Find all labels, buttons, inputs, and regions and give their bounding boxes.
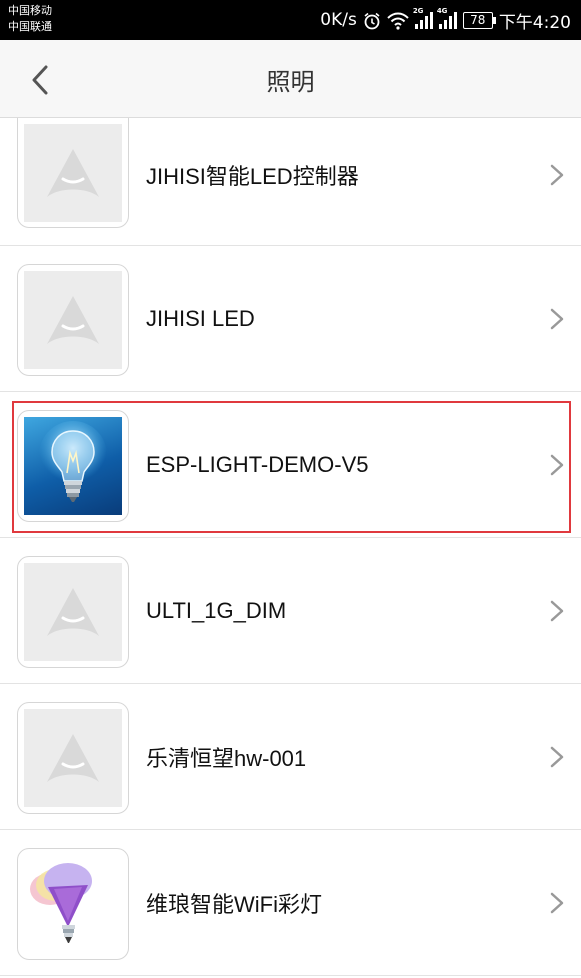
battery-icon: 78 — [462, 11, 496, 29]
page-title: 照明 — [266, 67, 315, 96]
device-thumbnail — [17, 410, 129, 522]
carrier-1-label: 中国移动 — [8, 4, 52, 17]
rgb-bulb-icon — [24, 855, 122, 953]
device-list-item[interactable]: 维琅智能WiFi彩灯 — [0, 830, 581, 976]
device-list-item[interactable]: JIHISI LED — [0, 246, 581, 392]
clock-label: 下午4:20 — [498, 12, 571, 33]
device-list-item[interactable]: JIHISI智能LED控制器 — [0, 118, 581, 246]
device-thumbnail — [17, 264, 129, 376]
status-indicators: 0K/s 2G 4G 78 下午4:20 — [320, 0, 571, 40]
device-name: 乐清恒望hw-001 — [146, 746, 307, 771]
alarm-icon — [363, 10, 381, 30]
chevron-right-icon — [550, 164, 564, 186]
chevron-left-icon — [32, 65, 48, 95]
status-bar: 中国移动 中国联通 0K/s 2G 4G 78 下午4:20 — [0, 0, 581, 40]
device-name: ULTI_1G_DIM — [146, 598, 287, 623]
device-name: JIHISI LED — [146, 306, 255, 331]
chevron-right-icon — [550, 746, 564, 768]
chevron-right-icon — [550, 454, 564, 476]
chevron-right-icon — [550, 308, 564, 330]
light-bulb-icon — [24, 417, 122, 515]
net-speed-label: 0K/s — [320, 10, 357, 30]
wifi-icon — [387, 10, 409, 30]
carrier-2-label: 中国联通 — [8, 20, 52, 33]
carrier-info: 中国移动 中国联通 — [8, 3, 52, 35]
device-name: 维琅智能WiFi彩灯 — [146, 892, 322, 917]
placeholder-icon — [24, 271, 122, 369]
device-thumbnail — [17, 702, 129, 814]
placeholder-icon — [24, 123, 122, 222]
chevron-right-icon — [550, 600, 564, 622]
device-thumbnail — [17, 118, 129, 228]
chevron-right-icon — [550, 892, 564, 914]
nav-header: 照明 — [0, 40, 581, 118]
device-thumbnail — [17, 556, 129, 668]
device-list: JIHISI智能LED控制器 JIHISI LED ESP-LIGHT-DEMO… — [0, 118, 581, 976]
device-list-item[interactable]: ULTI_1G_DIM — [0, 538, 581, 684]
device-thumbnail — [17, 848, 129, 960]
signal-4g-icon: 4G — [437, 7, 457, 29]
placeholder-icon — [24, 563, 122, 661]
signal-2g-icon: 2G — [413, 7, 433, 29]
device-list-item-selected[interactable]: ESP-LIGHT-DEMO-V5 — [0, 392, 581, 538]
placeholder-icon — [24, 709, 122, 807]
device-list-item[interactable]: 乐清恒望hw-001 — [0, 684, 581, 830]
device-name: ESP-LIGHT-DEMO-V5 — [146, 452, 369, 477]
back-button[interactable] — [20, 60, 60, 100]
device-name: JIHISI智能LED控制器 — [146, 164, 359, 189]
battery-level: 78 — [470, 13, 486, 27]
